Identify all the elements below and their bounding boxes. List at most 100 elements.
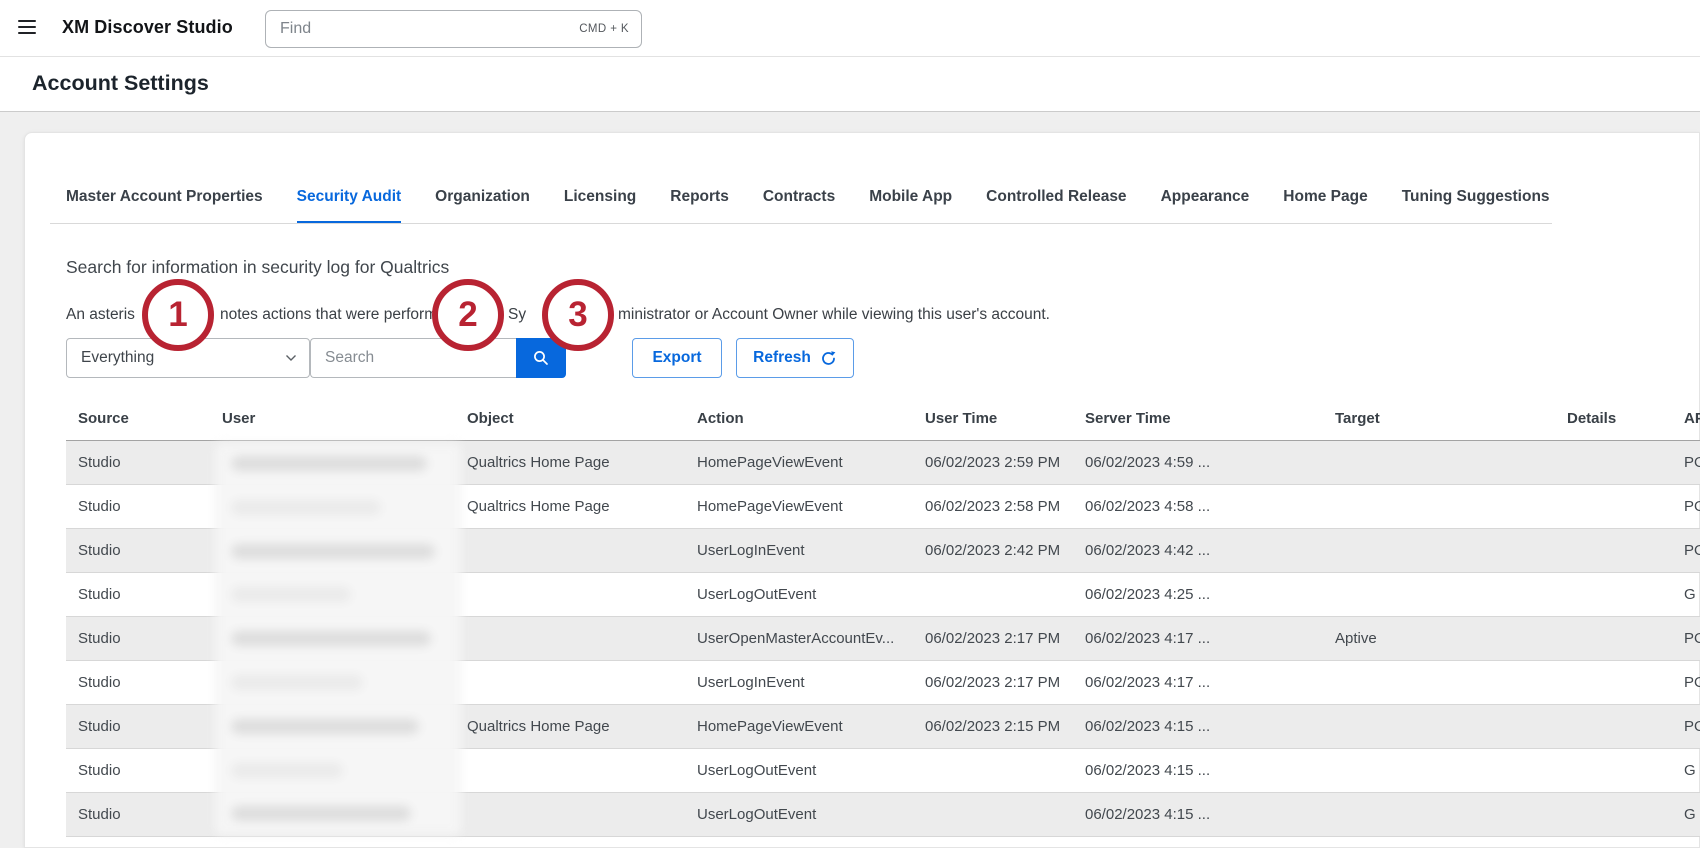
top-bar: XM Discover Studio Find CMD + K xyxy=(0,0,1700,57)
section-title: Search for information in security log f… xyxy=(66,257,450,277)
cell-action: HomePageViewEvent xyxy=(697,484,925,529)
redacted-user-name xyxy=(231,587,351,603)
cell-target xyxy=(1335,660,1567,705)
cell-source: Studio xyxy=(66,792,222,837)
tab-security-audit[interactable]: Security Audit xyxy=(296,188,402,223)
cell-user_time: 06/02/2023 2:59 PM xyxy=(925,440,1085,485)
redacted-user-name xyxy=(231,718,419,734)
tab-home-page[interactable]: Home Page xyxy=(1283,188,1367,223)
cell-source: Studio xyxy=(66,484,222,529)
tab-controlled-release[interactable]: Controlled Release xyxy=(986,188,1126,223)
search-placeholder: Search xyxy=(325,349,375,366)
tab-reports[interactable]: Reports xyxy=(670,188,729,223)
cell-target xyxy=(1335,704,1567,749)
column-header-source: Source xyxy=(66,398,222,441)
cell-action: HomePageViewEvent xyxy=(697,440,925,485)
cell-api: PO xyxy=(1684,704,1700,749)
cell-user_time: 06/02/2023 2:17 PM xyxy=(925,616,1085,661)
cell-details xyxy=(1567,704,1684,749)
cell-details xyxy=(1567,528,1684,573)
cell-details xyxy=(1567,660,1684,705)
cell-action: HomePageViewEvent xyxy=(697,704,925,749)
annotation-callout-1: 1 xyxy=(142,279,214,351)
tab-mobile-app[interactable]: Mobile App xyxy=(869,188,952,223)
cell-source: Studio xyxy=(66,704,222,749)
cell-action: UserLogOutEvent xyxy=(697,748,925,793)
cell-api: PO xyxy=(1684,660,1700,705)
refresh-icon xyxy=(820,350,837,367)
cell-target xyxy=(1335,572,1567,617)
note-text-fragment: ministrator or Account Owner while viewi… xyxy=(618,306,1050,323)
cell-details xyxy=(1567,440,1684,485)
security-audit-page: { "topbar": { "app_title": "XM Discover … xyxy=(0,0,1700,848)
cell-object xyxy=(467,792,697,837)
page-title: Account Settings xyxy=(32,71,209,95)
tab-contracts[interactable]: Contracts xyxy=(763,188,835,223)
cell-user_time: 06/02/2023 2:17 PM xyxy=(925,660,1085,705)
cell-api: G xyxy=(1684,748,1700,793)
note-text-fragment: An asteris xyxy=(66,306,135,323)
tab-licensing[interactable]: Licensing xyxy=(564,188,636,223)
hamburger-menu-icon[interactable] xyxy=(18,20,38,36)
column-header-object: Object xyxy=(467,398,697,441)
redacted-user-name xyxy=(231,499,381,515)
cell-action: UserLogOutEvent xyxy=(697,572,925,617)
find-shortcut-hint: CMD + K xyxy=(579,23,629,35)
column-header-api: AP xyxy=(1684,398,1700,441)
tab-organization[interactable]: Organization xyxy=(435,188,530,223)
cell-server_time: 06/02/2023 4:15 ... xyxy=(1085,704,1335,749)
cell-details xyxy=(1567,616,1684,661)
column-header-server_time: Server Time xyxy=(1085,398,1335,441)
refresh-button[interactable]: Refresh xyxy=(736,338,854,378)
tab-appearance[interactable]: Appearance xyxy=(1161,188,1250,223)
cell-object xyxy=(467,748,697,793)
column-header-target: Target xyxy=(1335,398,1567,441)
cell-source: Studio xyxy=(66,528,222,573)
cell-server_time: 06/02/2023 4:42 ... xyxy=(1085,528,1335,573)
cell-object xyxy=(467,616,697,661)
annotation-callout-2: 2 xyxy=(432,279,504,351)
cell-action: UserOpenMasterAccountEv... xyxy=(697,616,925,661)
find-placeholder: Find xyxy=(280,20,312,37)
cell-target xyxy=(1335,484,1567,529)
cell-source: Studio xyxy=(66,572,222,617)
cell-action: UserLogOutEvent xyxy=(697,792,925,837)
tab-tuning-suggestions[interactable]: Tuning Suggestions xyxy=(1402,188,1550,223)
note-text-fragment: notes actions that were perform xyxy=(220,306,438,323)
cell-target xyxy=(1335,528,1567,573)
redacted-user-name xyxy=(231,762,343,778)
cell-user_time: 06/02/2023 2:58 PM xyxy=(925,484,1085,529)
cell-object: Qualtrics Home Page xyxy=(467,440,697,485)
cell-server_time: 06/02/2023 4:17 ... xyxy=(1085,660,1335,705)
cell-user_time xyxy=(925,792,1085,837)
cell-api: PO xyxy=(1684,528,1700,573)
redacted-user-name xyxy=(231,456,427,471)
cell-source: Studio xyxy=(66,440,222,485)
export-button[interactable]: Export xyxy=(632,338,722,378)
page-header-bar: Account Settings xyxy=(0,57,1700,112)
redacted-user-name xyxy=(231,806,411,822)
app-title: XM Discover Studio xyxy=(62,17,233,37)
cell-server_time: 06/02/2023 4:59 ... xyxy=(1085,440,1335,485)
cell-target xyxy=(1335,792,1567,837)
tab-master-account-properties[interactable]: Master Account Properties xyxy=(66,188,263,223)
search-icon xyxy=(532,349,550,367)
cell-details xyxy=(1567,748,1684,793)
cell-source: Studio xyxy=(66,748,222,793)
cell-action: UserLogInEvent xyxy=(697,528,925,573)
refresh-button-label: Refresh xyxy=(753,349,811,366)
cell-server_time: 06/02/2023 4:58 ... xyxy=(1085,484,1335,529)
table-header-row: Source User Object Action User Time Server Ti… xyxy=(66,398,1700,441)
cell-api: PO xyxy=(1684,616,1700,661)
cell-details xyxy=(1567,792,1684,837)
cell-object xyxy=(467,528,697,573)
cell-target: Aptive xyxy=(1335,616,1567,661)
note-text-fragment: Sy xyxy=(508,306,527,323)
redacted-user-name xyxy=(231,675,363,690)
redacted-user-column-blur xyxy=(215,443,461,835)
cell-source: Studio xyxy=(66,616,222,661)
cell-target xyxy=(1335,748,1567,793)
cell-api: PO xyxy=(1684,440,1700,485)
cell-user_time: 06/02/2023 2:42 PM xyxy=(925,528,1085,573)
find-input[interactable]: Find CMD + K xyxy=(265,10,642,48)
